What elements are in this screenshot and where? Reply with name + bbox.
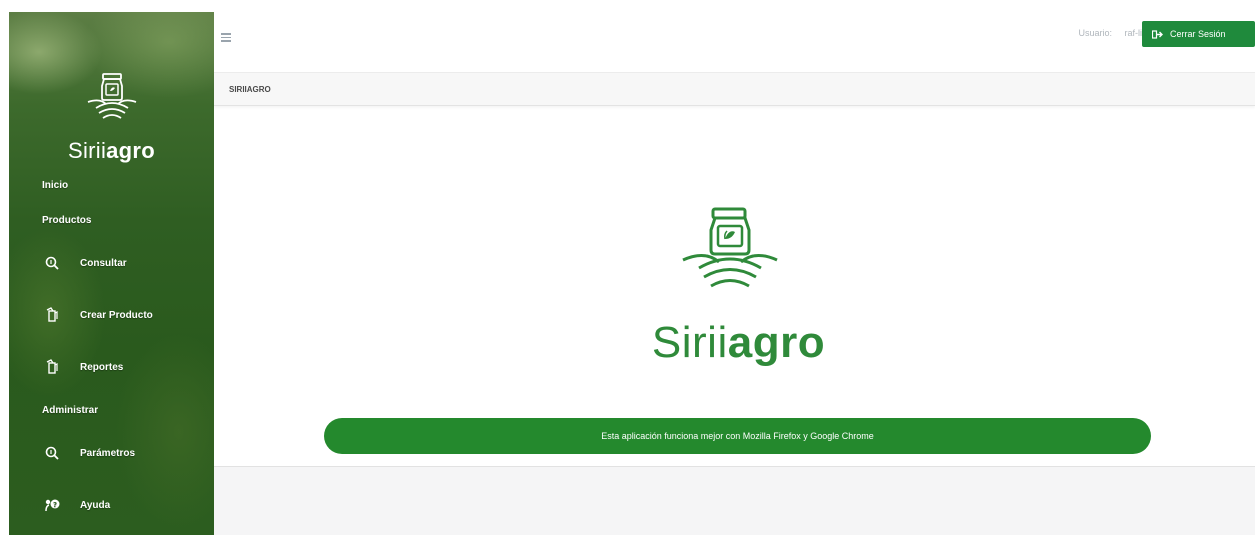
sidebar-item-parametros[interactable]: Parámetros (42, 440, 212, 466)
sidebar-item-inicio[interactable]: Inicio (42, 180, 68, 191)
browser-notice-banner: Esta aplicación funciona mejor con Mozil… (324, 418, 1151, 454)
sidebar-item-crear-producto[interactable]: Crear Producto (42, 302, 212, 328)
main-logo (677, 204, 783, 305)
sidebar-brand: Siriiagro (9, 138, 214, 164)
sidebar-section-productos: Productos (42, 215, 92, 226)
top-bar: Usuario: raf-lin Cerrar Sesión (214, 12, 1255, 68)
sidebar-item-label: Ayuda (80, 499, 111, 511)
sidebar-item-label: Parámetros (80, 447, 136, 459)
report-icon (42, 357, 62, 377)
svg-text:?: ? (53, 501, 57, 509)
main-brand-thin: Sirii (651, 318, 728, 367)
product-icon (42, 305, 62, 325)
footer-area (214, 467, 1255, 535)
sidebar-section-administrar: Administrar (42, 405, 99, 416)
search-icon (42, 443, 62, 463)
app-root: Siriiagro Inicio Productos Consultar Cre… (0, 0, 1255, 535)
main-content: Siriiagro Esta aplicación funciona mejor… (214, 112, 1255, 467)
sidebar: Siriiagro Inicio Productos Consultar Cre… (9, 12, 214, 535)
sidebar-item-label: Reportes (80, 361, 124, 373)
main-brand: Siriiagro (214, 318, 1255, 368)
sidebar-brand-bold: agro (106, 138, 156, 163)
sack-logo-icon (682, 207, 778, 288)
sidebar-logo (9, 72, 214, 128)
breadcrumb: SIRIIAGRO (214, 72, 1255, 106)
sign-out-icon (1152, 29, 1163, 39)
sack-logo-icon (87, 73, 136, 119)
sidebar-item-reportes[interactable]: Reportes (42, 354, 212, 380)
user-label: Usuario: (1078, 28, 1112, 38)
sidebar-item-ayuda[interactable]: ? Ayuda (42, 492, 212, 518)
help-icon: ? (42, 495, 62, 515)
sidebar-brand-thin: Sirii (67, 138, 107, 163)
sidebar-item-consultar[interactable]: Consultar (42, 250, 212, 276)
sidebar-item-label: Consultar (80, 257, 127, 269)
logout-button[interactable]: Cerrar Sesión (1142, 21, 1255, 47)
sidebar-item-label: Crear Producto (80, 309, 153, 321)
hamburger-icon[interactable] (221, 33, 231, 42)
breadcrumb-title: SIRIIAGRO (229, 85, 271, 94)
logout-label: Cerrar Sesión (1170, 29, 1226, 39)
main-brand-bold: agro (727, 318, 826, 367)
search-icon (42, 253, 62, 273)
